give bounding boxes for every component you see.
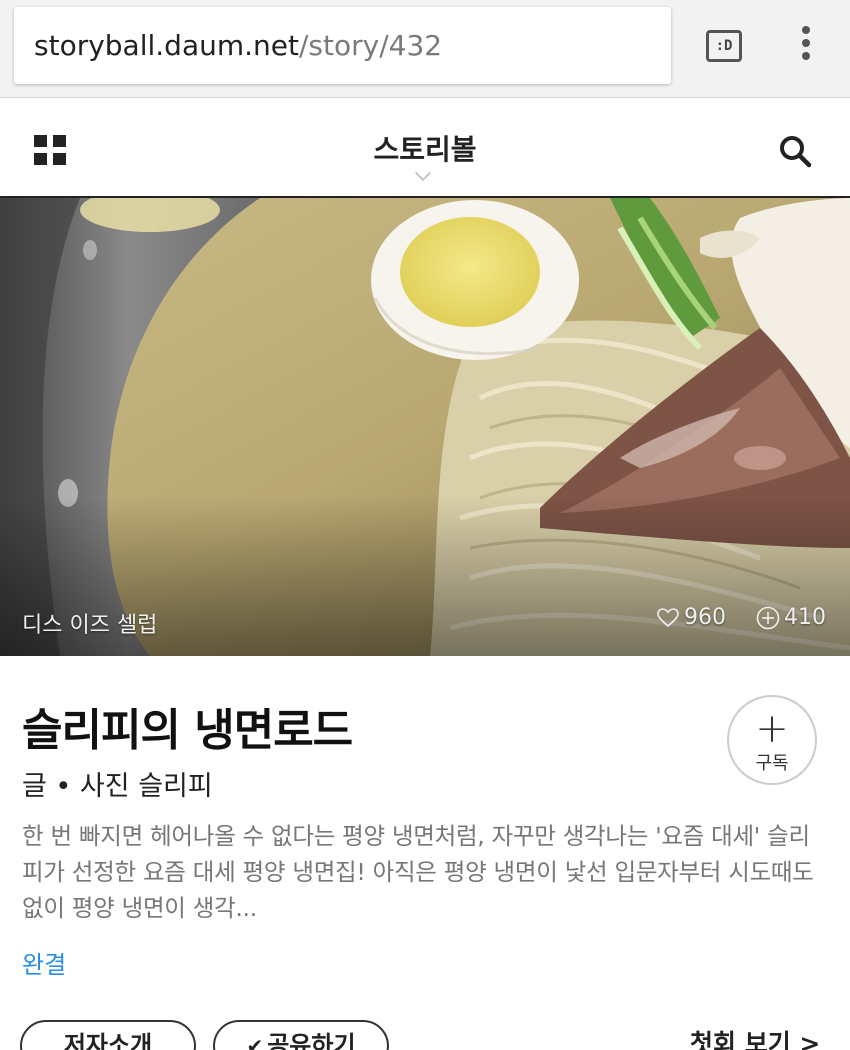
address-bar[interactable]: storyball.daum.net/story/432 bbox=[14, 7, 671, 84]
subscribe-label: 구독 bbox=[755, 753, 789, 774]
plus-icon: + bbox=[755, 706, 789, 752]
hero-image[interactable]: 디스 이즈 셀럽 960 410 bbox=[0, 198, 850, 656]
app-title[interactable]: 스토리볼 bbox=[0, 128, 850, 168]
url-text[interactable]: storyball.daum.net/story/432 bbox=[34, 7, 442, 84]
more-vert-icon[interactable] bbox=[794, 26, 818, 66]
hero-stats: 960 410 bbox=[656, 605, 826, 630]
share-icon: ✔ bbox=[246, 1034, 264, 1050]
subscribe-button[interactable]: + 구독 bbox=[727, 695, 817, 785]
search-icon[interactable] bbox=[778, 134, 812, 168]
tab-switcher-button[interactable]: :D bbox=[706, 30, 742, 62]
subscriber-count: 410 bbox=[784, 605, 826, 630]
like-count: 960 bbox=[684, 605, 726, 630]
story-title: 슬리피의 냉면로드 bbox=[22, 705, 353, 756]
category-label[interactable]: 디스 이즈 셀럽 bbox=[22, 607, 157, 639]
url-path: /story/432 bbox=[298, 29, 443, 62]
first-episode-link[interactable]: 첫회 보기 > bbox=[690, 1024, 820, 1050]
browser-toolbar: storyball.daum.net/story/432 :D bbox=[0, 0, 850, 98]
add-circle-icon[interactable] bbox=[756, 606, 780, 630]
heart-icon[interactable] bbox=[656, 606, 680, 630]
share-button[interactable]: ✔ 공유하기 bbox=[213, 1020, 389, 1050]
author-intro-button[interactable]: 저자소개 bbox=[20, 1020, 196, 1050]
story-description: 한 번 빠지면 헤어나올 수 없다는 평양 냉면처럼, 자꾸만 생각나는 '요즘… bbox=[22, 822, 814, 922]
url-host: storyball.daum.net bbox=[34, 29, 299, 62]
story-status[interactable]: 완결 bbox=[22, 945, 66, 980]
naengmyeon-photo bbox=[0, 198, 850, 656]
story-byline: 글 • 사진 슬리피 bbox=[22, 771, 213, 802]
share-label: 공유하기 bbox=[267, 1031, 356, 1050]
app-header: 스토리볼 bbox=[0, 98, 850, 198]
